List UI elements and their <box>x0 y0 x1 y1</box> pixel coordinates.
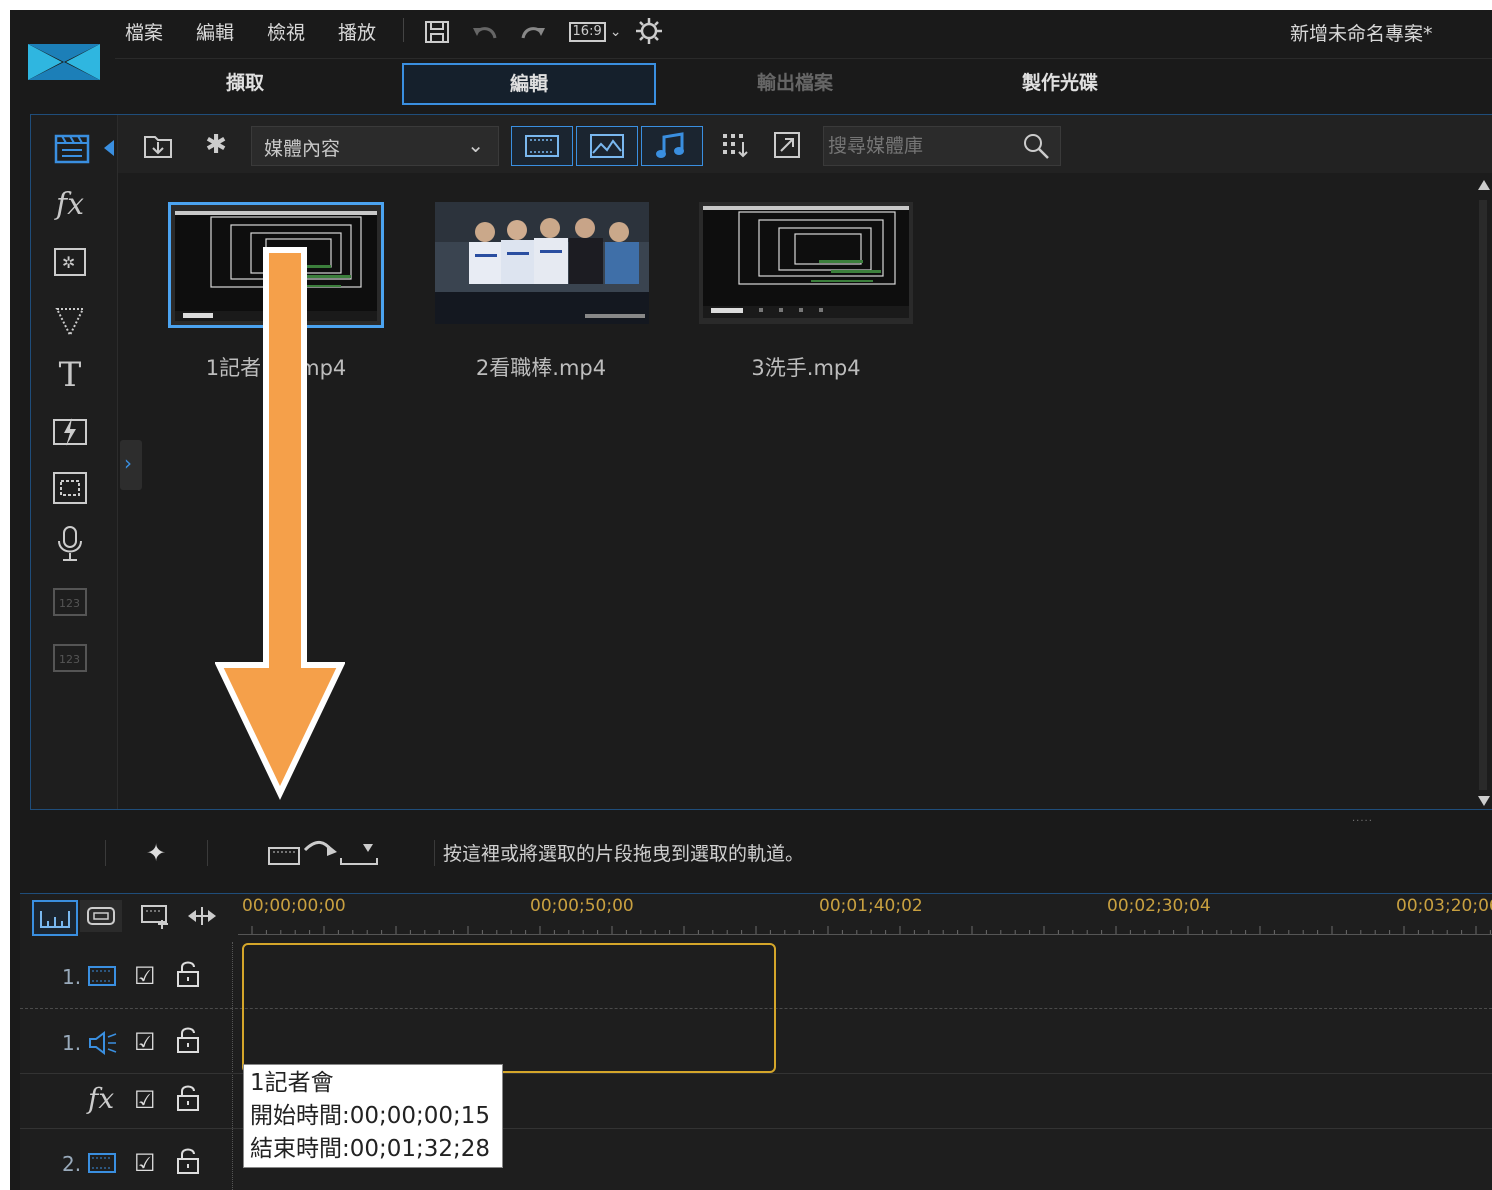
save-icon[interactable] <box>422 18 452 46</box>
transition-room-icon[interactable] <box>50 300 90 340</box>
clip-drop-placeholder[interactable] <box>242 943 776 1073</box>
tab-output[interactable]: 輸出檔案 <box>700 63 890 103</box>
track-number-1: 1. <box>62 965 82 989</box>
track-enable-checkbox[interactable]: ☑ <box>134 1149 156 1177</box>
video-track-icon <box>88 966 116 990</box>
audio-mix-room-icon[interactable]: 123 <box>50 638 90 678</box>
media-filter-dropdown[interactable]: 媒體內容 ⌄ <box>251 126 499 166</box>
subtitle-room-icon[interactable]: 123 <box>50 582 90 622</box>
project-title: 新增未命名專案* <box>1290 23 1433 45</box>
svg-text:123: 123 <box>59 653 80 666</box>
media-label-2: 2看職棒.mp4 <box>475 356 607 380</box>
filter-image-button[interactable] <box>576 126 638 166</box>
track-enable-checkbox[interactable]: ☑ <box>134 1028 156 1056</box>
track-number-1-audio: 1. <box>62 1031 82 1055</box>
menu-edit[interactable]: 編輯 <box>196 18 234 45</box>
ruler-time-3: 00;02;30;04 <box>1107 896 1211 916</box>
track-enable-checkbox[interactable]: ☑ <box>134 1086 156 1114</box>
fx-track-icon: fx <box>88 1082 115 1115</box>
insert-to-track-icon[interactable] <box>264 836 382 870</box>
menu-divider <box>403 18 404 42</box>
menu-play[interactable]: 播放 <box>338 18 376 45</box>
particle-room-icon[interactable]: ✲ <box>50 242 90 282</box>
media-thumbnail-3[interactable] <box>699 202 915 324</box>
tab-edit[interactable]: 編輯 <box>402 63 656 105</box>
search-icon[interactable] <box>1022 132 1050 164</box>
track-number-2: 2. <box>62 1152 82 1176</box>
ruler-time-4: 00;03;20;06 <box>1396 896 1492 916</box>
menu-view[interactable]: 檢視 <box>267 18 305 45</box>
library-search-input[interactable] <box>826 131 1015 161</box>
app-logo <box>28 40 100 84</box>
svg-text:✲: ✲ <box>62 253 75 272</box>
drop-hint-text[interactable]: 按這裡或將選取的片段拖曳到選取的軌道。 <box>443 839 804 866</box>
scroll-track[interactable] <box>1479 200 1487 790</box>
undo-icon[interactable] <box>470 18 500 46</box>
track-lock-icon[interactable] <box>176 960 200 992</box>
track-row-fx <box>20 1074 1492 1129</box>
expand-panel-tab[interactable]: › <box>120 440 142 490</box>
chevron-down-icon: ⌄ <box>467 133 484 157</box>
media-filter-value: 媒體內容 <box>264 138 341 160</box>
toolbar-divider <box>434 840 435 866</box>
tooltip-end-time: 結束時間:00;01;32;28 <box>250 1136 491 1162</box>
tab-capture[interactable]: 擷取 <box>150 63 340 103</box>
library-search-box[interactable] <box>823 126 1061 166</box>
settings-gear-icon[interactable] <box>634 16 664 46</box>
timeline-view-button[interactable] <box>32 900 78 936</box>
panel-resize-grip[interactable]: ..... <box>1352 814 1388 824</box>
sort-grid-icon[interactable] <box>716 128 754 162</box>
menu-file[interactable]: 檔案 <box>125 18 163 45</box>
fit-timeline-icon[interactable] <box>182 900 222 932</box>
fx-room-icon[interactable]: fx <box>50 184 90 224</box>
track-lock-icon[interactable] <box>176 1084 200 1116</box>
track-row-video-2 <box>20 1129 1492 1190</box>
library-scrollbar[interactable] <box>1476 178 1490 806</box>
scroll-down-icon[interactable] <box>1478 796 1490 806</box>
title-room-icon[interactable]: T <box>50 355 90 395</box>
media-room-icon[interactable] <box>48 128 96 168</box>
import-media-icon[interactable] <box>138 128 178 162</box>
media-label-3: 3洗手.mp4 <box>751 356 861 380</box>
chevron-down-icon: ⌄ <box>609 24 622 40</box>
active-room-pointer-icon <box>104 140 114 156</box>
aspect-ratio-label: 16:9 <box>568 22 606 42</box>
storyboard-view-button[interactable] <box>80 900 122 932</box>
clip-tooltip: 1記者會 開始時間:00;00;00;15 結束時間:00;01;32;28 <box>243 1064 503 1168</box>
app-window: 檔案 編輯 檢視 播放 16:9 ⌄ 新增未命名專案* 擷取 編輯 輸出檔案 製… <box>10 10 1492 1190</box>
microphone-icon[interactable] <box>50 524 90 564</box>
track-lock-icon[interactable] <box>176 1026 200 1058</box>
tooltip-start-time: 開始時間:00;00;00;15 <box>250 1103 491 1129</box>
track-manager-icon[interactable] <box>136 900 176 932</box>
expand-view-icon[interactable] <box>768 128 806 162</box>
filter-audio-button[interactable] <box>641 126 703 166</box>
toolbar-divider <box>207 840 208 866</box>
toolbar-divider <box>105 840 106 866</box>
track-enable-checkbox[interactable]: ☑ <box>134 962 156 990</box>
magic-tools-icon[interactable]: ✦ <box>136 836 176 870</box>
ruler-time-0: 00;00;00;00 <box>242 896 346 916</box>
chapter-room-icon[interactable] <box>50 468 90 508</box>
media-thumbnail-2[interactable] <box>435 202 651 324</box>
aspect-ratio-dropdown[interactable]: 16:9 ⌄ <box>565 18 625 46</box>
filter-video-button[interactable] <box>511 126 573 166</box>
tab-disc[interactable]: 製作光碟 <box>965 63 1155 103</box>
drag-arrow-annotation <box>214 245 346 805</box>
pip-room-icon[interactable] <box>50 412 90 452</box>
tooltip-clip-name: 1記者會 <box>250 1070 334 1096</box>
chevron-right-icon: › <box>124 451 132 475</box>
audio-track-icon <box>88 1031 118 1059</box>
plugin-puzzle-icon[interactable]: ✱ <box>196 128 236 162</box>
svg-text:123: 123 <box>59 597 80 610</box>
track-lock-icon[interactable] <box>176 1147 200 1179</box>
ruler-time-1: 00;00;50;00 <box>530 896 634 916</box>
video-track-icon <box>88 1153 116 1177</box>
ruler-time-2: 00;01;40;02 <box>819 896 923 916</box>
redo-icon[interactable] <box>518 18 548 46</box>
scroll-up-icon[interactable] <box>1478 180 1490 190</box>
tabs-divider <box>115 58 1492 59</box>
